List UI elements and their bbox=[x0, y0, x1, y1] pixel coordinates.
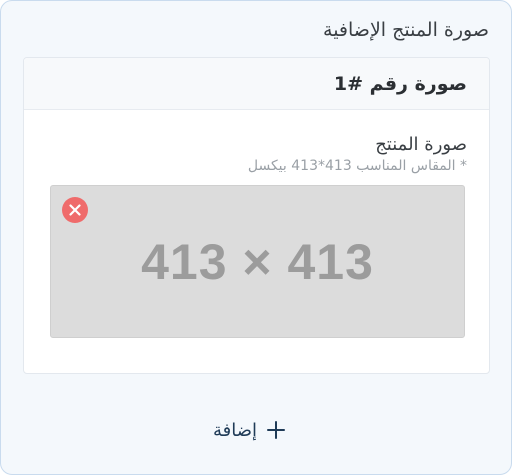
image-card-title: صورة رقم #1 bbox=[333, 72, 467, 95]
product-image-label: صورة المنتج bbox=[375, 134, 467, 155]
remove-image-button[interactable] bbox=[62, 197, 88, 223]
image-placeholder-text: 413 × 413 bbox=[141, 233, 374, 290]
image-card: صورة رقم #1 صورة المنتج * المقاس المناسب… bbox=[23, 57, 490, 374]
panel-title: صورة المنتج الإضافية bbox=[323, 19, 489, 41]
plus-icon bbox=[265, 419, 287, 441]
additional-images-panel: صورة المنتج الإضافية صورة رقم #1 صورة ال… bbox=[0, 0, 512, 475]
close-icon bbox=[69, 204, 81, 216]
add-image-button[interactable]: إضافة bbox=[213, 415, 287, 445]
image-card-header: صورة رقم #1 bbox=[24, 58, 489, 110]
image-upload-preview[interactable]: 413 × 413 bbox=[50, 185, 465, 338]
image-size-hint: * المقاس المناسب 413*413 بيكسل bbox=[247, 158, 467, 174]
add-image-label: إضافة bbox=[213, 419, 258, 441]
